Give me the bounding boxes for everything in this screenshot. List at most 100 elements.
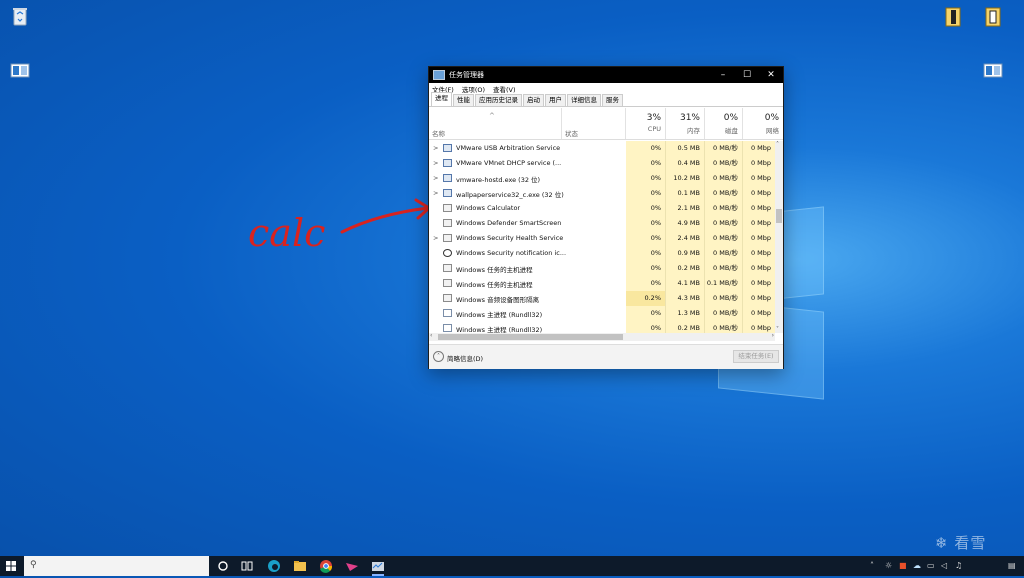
process-row[interactable]: > VMware USB Arbitration Service 0% 0.5 MB 0… — [429, 141, 775, 156]
menu-options[interactable]: 选项(O) — [462, 84, 485, 94]
fewer-details-link[interactable]: 简略信息(D) — [447, 353, 483, 363]
tab-services[interactable]: 服务 — [602, 94, 623, 106]
minimize-button[interactable]: – — [711, 67, 735, 83]
disk-value: 0 MB/秒 — [705, 306, 742, 321]
process-row[interactable]: Windows Calculator 0% 2.1 MB 0 MB/秒 0 Mbp — [429, 201, 775, 216]
process-name: Windows 任务的主机进程 — [456, 281, 533, 289]
cpu-label: CPU — [647, 125, 661, 133]
task-manager-window[interactable]: 任务管理器 – ☐ ✕ 文件(F) 选项(O) 查看(V) 进程 性能 应用历史… — [428, 66, 784, 369]
expand-chevron-icon[interactable]: > — [433, 174, 438, 182]
process-name: VMware USB Arbitration Service — [456, 144, 561, 152]
expand-chevron-icon[interactable]: > — [433, 159, 438, 167]
column-memory[interactable]: 31% 内存 — [666, 108, 704, 139]
disk-percent: 0% — [723, 113, 738, 123]
cpu-value: 0% — [626, 276, 665, 291]
task-view-icon[interactable] — [239, 558, 255, 574]
menu-view[interactable]: 查看(V) — [493, 84, 516, 94]
tab-app-history[interactable]: 应用历史记录 — [475, 94, 522, 106]
column-network[interactable]: 0% 网络 — [743, 108, 783, 139]
disk-value: 0 MB/秒 — [705, 156, 742, 171]
tab-performance[interactable]: 性能 — [453, 94, 474, 106]
notification-icon[interactable]: ▤ — [1008, 556, 1016, 576]
process-row[interactable]: > vmware-hostd.exe (32 位) 0% 10.2 MB 0 MB/秒 0… — [429, 171, 775, 186]
vertical-scrollbar[interactable]: ˄ ˅ — [775, 141, 783, 333]
column-status[interactable]: 状态 — [565, 128, 578, 138]
process-row[interactable]: Windows 音频设备图形隔离 0.2% 4.3 MB 0 MB/秒 0 Mbp — [429, 291, 775, 306]
process-name: Windows Security Health Service — [456, 234, 564, 242]
column-name[interactable]: 名称 — [432, 128, 445, 138]
cpu-value: 0% — [626, 231, 665, 246]
cpu-value: 0% — [626, 141, 665, 156]
tab-details[interactable]: 详细信息 — [567, 94, 601, 106]
process-row[interactable]: Windows 主进程 (Rundll32) 0% 0.2 MB 0 MB/秒 0 Mb… — [429, 321, 775, 333]
start-button[interactable] — [0, 556, 22, 576]
process-row[interactable]: > Windows Security Health Service 0% 2.4 MB… — [429, 231, 775, 246]
desktop-shortcut-icon[interactable] — [982, 6, 1004, 28]
tray-app2-icon[interactable]: ♫ — [955, 556, 962, 576]
process-row[interactable]: Windows 主进程 (Rundll32) 0% 1.3 MB 0 MB/秒 0 Mb… — [429, 306, 775, 321]
tab-processes[interactable]: 进程 — [431, 92, 452, 106]
scroll-up-icon[interactable]: ˄ — [776, 141, 779, 148]
tray-volume-icon[interactable]: ◁ — [941, 556, 947, 576]
menu-bar: 文件(F) 选项(O) 查看(V) — [429, 83, 783, 94]
recycle-bin-icon[interactable] — [9, 5, 31, 27]
process-name: Windows 音频设备图形隔离 — [456, 296, 540, 304]
tray-chevron-icon[interactable]: ˄ — [870, 556, 874, 576]
taskbar-search-box[interactable]: ⚲ — [24, 556, 209, 576]
end-task-button[interactable]: 结束任务(E) — [733, 350, 779, 363]
network-value: 0 Mbp — [743, 201, 775, 216]
scroll-down-icon[interactable]: ˅ — [776, 326, 779, 333]
process-row[interactable]: Windows Defender SmartScreen 0% 4.9 MB 0 MB… — [429, 216, 775, 231]
memory-value: 4.3 MB — [666, 291, 704, 306]
edge-icon[interactable] — [266, 558, 282, 574]
tray-display-icon[interactable]: ▭ — [927, 556, 935, 576]
snowflake-icon: ❄ — [935, 534, 949, 552]
desktop-app-icon[interactable] — [982, 59, 1004, 81]
app-icon — [443, 219, 452, 227]
process-name: vmware-hostd.exe (32 位) — [456, 176, 541, 184]
column-disk[interactable]: 0% 磁盘 — [705, 108, 742, 139]
tab-startup[interactable]: 启动 — [523, 94, 544, 106]
scroll-thumb[interactable] — [776, 209, 782, 223]
column-cpu[interactable]: 3% CPU — [626, 108, 665, 139]
feather-app-icon[interactable] — [344, 558, 360, 574]
chrome-icon[interactable] — [318, 558, 334, 574]
cpu-value: 0% — [626, 216, 665, 231]
tray-app-icon[interactable]: ■ — [899, 556, 907, 576]
tray-onedrive-icon[interactable]: ☁ — [913, 556, 921, 576]
chevron-up-icon[interactable]: ˄ — [433, 351, 444, 362]
maximize-button[interactable]: ☐ — [735, 67, 759, 83]
scroll-right-icon[interactable]: › — [772, 332, 774, 339]
desktop-app-icon[interactable] — [9, 59, 31, 81]
hscroll-thumb[interactable] — [438, 334, 623, 340]
task-manager-icon — [433, 70, 445, 80]
network-value: 0 Mbp — [743, 261, 775, 276]
cpu-percent: 3% — [646, 113, 661, 123]
task-manager-taskbar-icon[interactable] — [370, 558, 386, 576]
tray-network-icon[interactable]: ☼ — [885, 556, 892, 576]
title-bar[interactable]: 任务管理器 – ☐ ✕ — [429, 67, 783, 83]
memory-value: 0.9 MB — [666, 246, 704, 261]
process-row[interactable]: Windows 任务的主机进程 0% 4.1 MB 0.1 MB/秒 0 Mbp — [429, 276, 775, 291]
desktop-shortcut-icon[interactable] — [942, 6, 964, 28]
file-explorer-icon[interactable] — [292, 558, 308, 574]
process-row[interactable]: Windows Security notification ic... 0% 0.9… — [429, 246, 775, 261]
search-circle-icon[interactable] — [215, 558, 231, 574]
footer-bar: ˄ 简略信息(D) 结束任务(E) — [429, 344, 783, 369]
expand-chevron-icon[interactable]: > — [433, 234, 438, 242]
column-header: ^ 名称 状态 3% CPU 31% 内存 0% 磁盘 0% 网络 — [429, 108, 783, 140]
horizontal-scrollbar[interactable]: ‹ › — [429, 332, 775, 341]
process-row[interactable]: Windows 任务的主机进程 0% 0.2 MB 0 MB/秒 0 Mbp — [429, 261, 775, 276]
memory-value: 0.4 MB — [666, 156, 704, 171]
process-row[interactable]: > wallpaperservice32_c.exe (32 位) 0% 0.1 MB… — [429, 186, 775, 201]
expand-chevron-icon[interactable]: > — [433, 144, 438, 152]
memory-value: 0.2 MB — [666, 261, 704, 276]
scroll-left-icon[interactable]: ‹ — [430, 332, 432, 339]
process-row[interactable]: > VMware VMnet DHCP service (... 0% 0.4 MB 0… — [429, 156, 775, 171]
expand-chevron-icon[interactable]: > — [433, 189, 438, 197]
close-button[interactable]: ✕ — [759, 67, 783, 83]
service-icon — [443, 159, 452, 167]
cpu-value: 0.2% — [626, 291, 665, 306]
tab-users[interactable]: 用户 — [545, 94, 566, 106]
memory-value: 4.1 MB — [666, 276, 704, 291]
